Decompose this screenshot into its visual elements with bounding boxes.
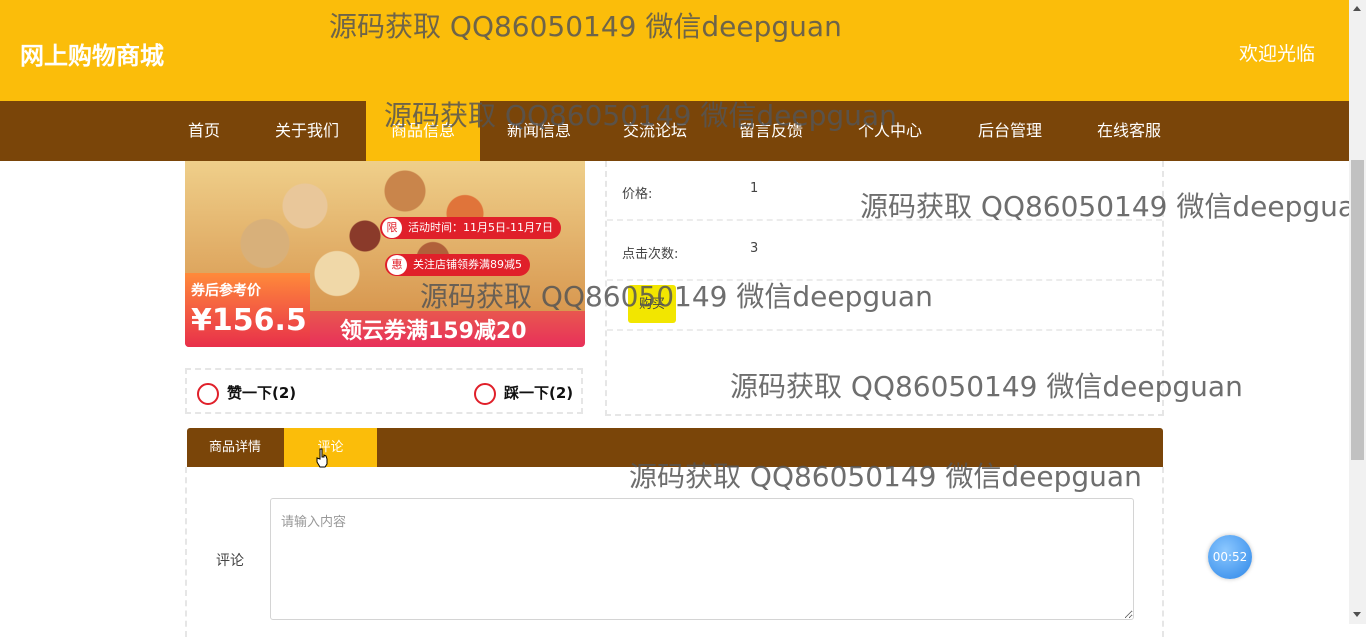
top-header: 网上购物商城 欢迎光临 <box>0 0 1349 101</box>
nav-item-forum[interactable]: 交流论坛 <box>610 101 700 161</box>
nav-item-admin[interactable]: 后台管理 <box>965 101 1055 161</box>
coupon-text: 领云券满159减20 <box>340 319 527 344</box>
price-tag: 券后参考价 ¥156.5 <box>185 273 310 347</box>
page-scrollbar[interactable] <box>1349 0 1366 624</box>
like-box: 赞一下(2) 踩一下(2) <box>185 368 583 414</box>
clicks-value: 3 <box>750 241 759 256</box>
tabs-bar: 商品详情 评论 <box>187 428 1163 467</box>
promo-badge-limited: 限 <box>382 218 402 238</box>
clicks-label: 点击次数: <box>622 247 679 262</box>
nav-item-home[interactable]: 首页 <box>173 101 235 161</box>
scroll-thumb[interactable] <box>1351 160 1364 460</box>
tab-product-details[interactable]: 商品详情 <box>187 428 283 467</box>
buy-button[interactable]: 购买 <box>628 285 676 323</box>
tab-comments[interactable]: 评论 <box>284 428 377 467</box>
nav-item-feedback[interactable]: 留言反馈 <box>726 101 816 161</box>
comment-label: 评论 <box>216 553 244 569</box>
smile-icon <box>197 382 219 405</box>
comment-input[interactable] <box>270 498 1134 620</box>
dislike-label: 踩一下(2) <box>504 384 574 402</box>
like-button[interactable]: 赞一下(2) <box>197 382 296 405</box>
hand-cursor-icon <box>316 448 328 468</box>
nav-item-profile[interactable]: 个人中心 <box>845 101 935 161</box>
price-label: 价格: <box>622 187 653 202</box>
price-tag-value: ¥156.5 <box>191 303 307 338</box>
promo-follow-shop: 惠 关注店铺领券满89减5 <box>385 254 530 276</box>
price-tag-label: 券后参考价 <box>191 283 261 299</box>
detail-row-buy <box>607 279 1162 331</box>
detail-row-price: 价格: 1 <box>607 161 1162 221</box>
main-nav: 首页 关于我们 商品信息 新闻信息 交流论坛 留言反馈 个人中心 后台管理 在线… <box>0 101 1349 161</box>
dislike-button[interactable]: 踩一下(2) <box>474 382 573 405</box>
product-image: 限 活动时间：11月5日-11月7日 惠 关注店铺领券满89减5 券后参考价 ¥… <box>185 161 585 347</box>
promo-activity-text: 活动时间：11月5日-11月7日 <box>408 221 553 234</box>
welcome-text: 欢迎光临 <box>1239 43 1316 65</box>
promo-activity-time: 限 活动时间：11月5日-11月7日 <box>380 217 561 239</box>
frown-icon <box>474 382 496 405</box>
nav-item-support[interactable]: 在线客服 <box>1084 101 1174 161</box>
nav-item-about[interactable]: 关于我们 <box>262 101 352 161</box>
site-title[interactable]: 网上购物商城 <box>20 36 164 71</box>
nav-item-news[interactable]: 新闻信息 <box>494 101 584 161</box>
promo-follow-text: 关注店铺领券满89减5 <box>413 258 522 271</box>
detail-row-clicks: 点击次数: 3 <box>607 221 1162 281</box>
scroll-up-arrow-icon[interactable] <box>1353 6 1361 11</box>
price-value: 1 <box>750 181 759 196</box>
timer-badge[interactable]: 00:52 <box>1208 535 1252 579</box>
nav-item-products[interactable]: 商品信息 <box>366 101 480 161</box>
promo-badge-discount: 惠 <box>387 255 407 275</box>
scroll-down-arrow-icon[interactable] <box>1353 612 1361 617</box>
like-label: 赞一下(2) <box>227 384 297 402</box>
product-details: 价格: 1 点击次数: 3 购买 <box>605 161 1164 416</box>
